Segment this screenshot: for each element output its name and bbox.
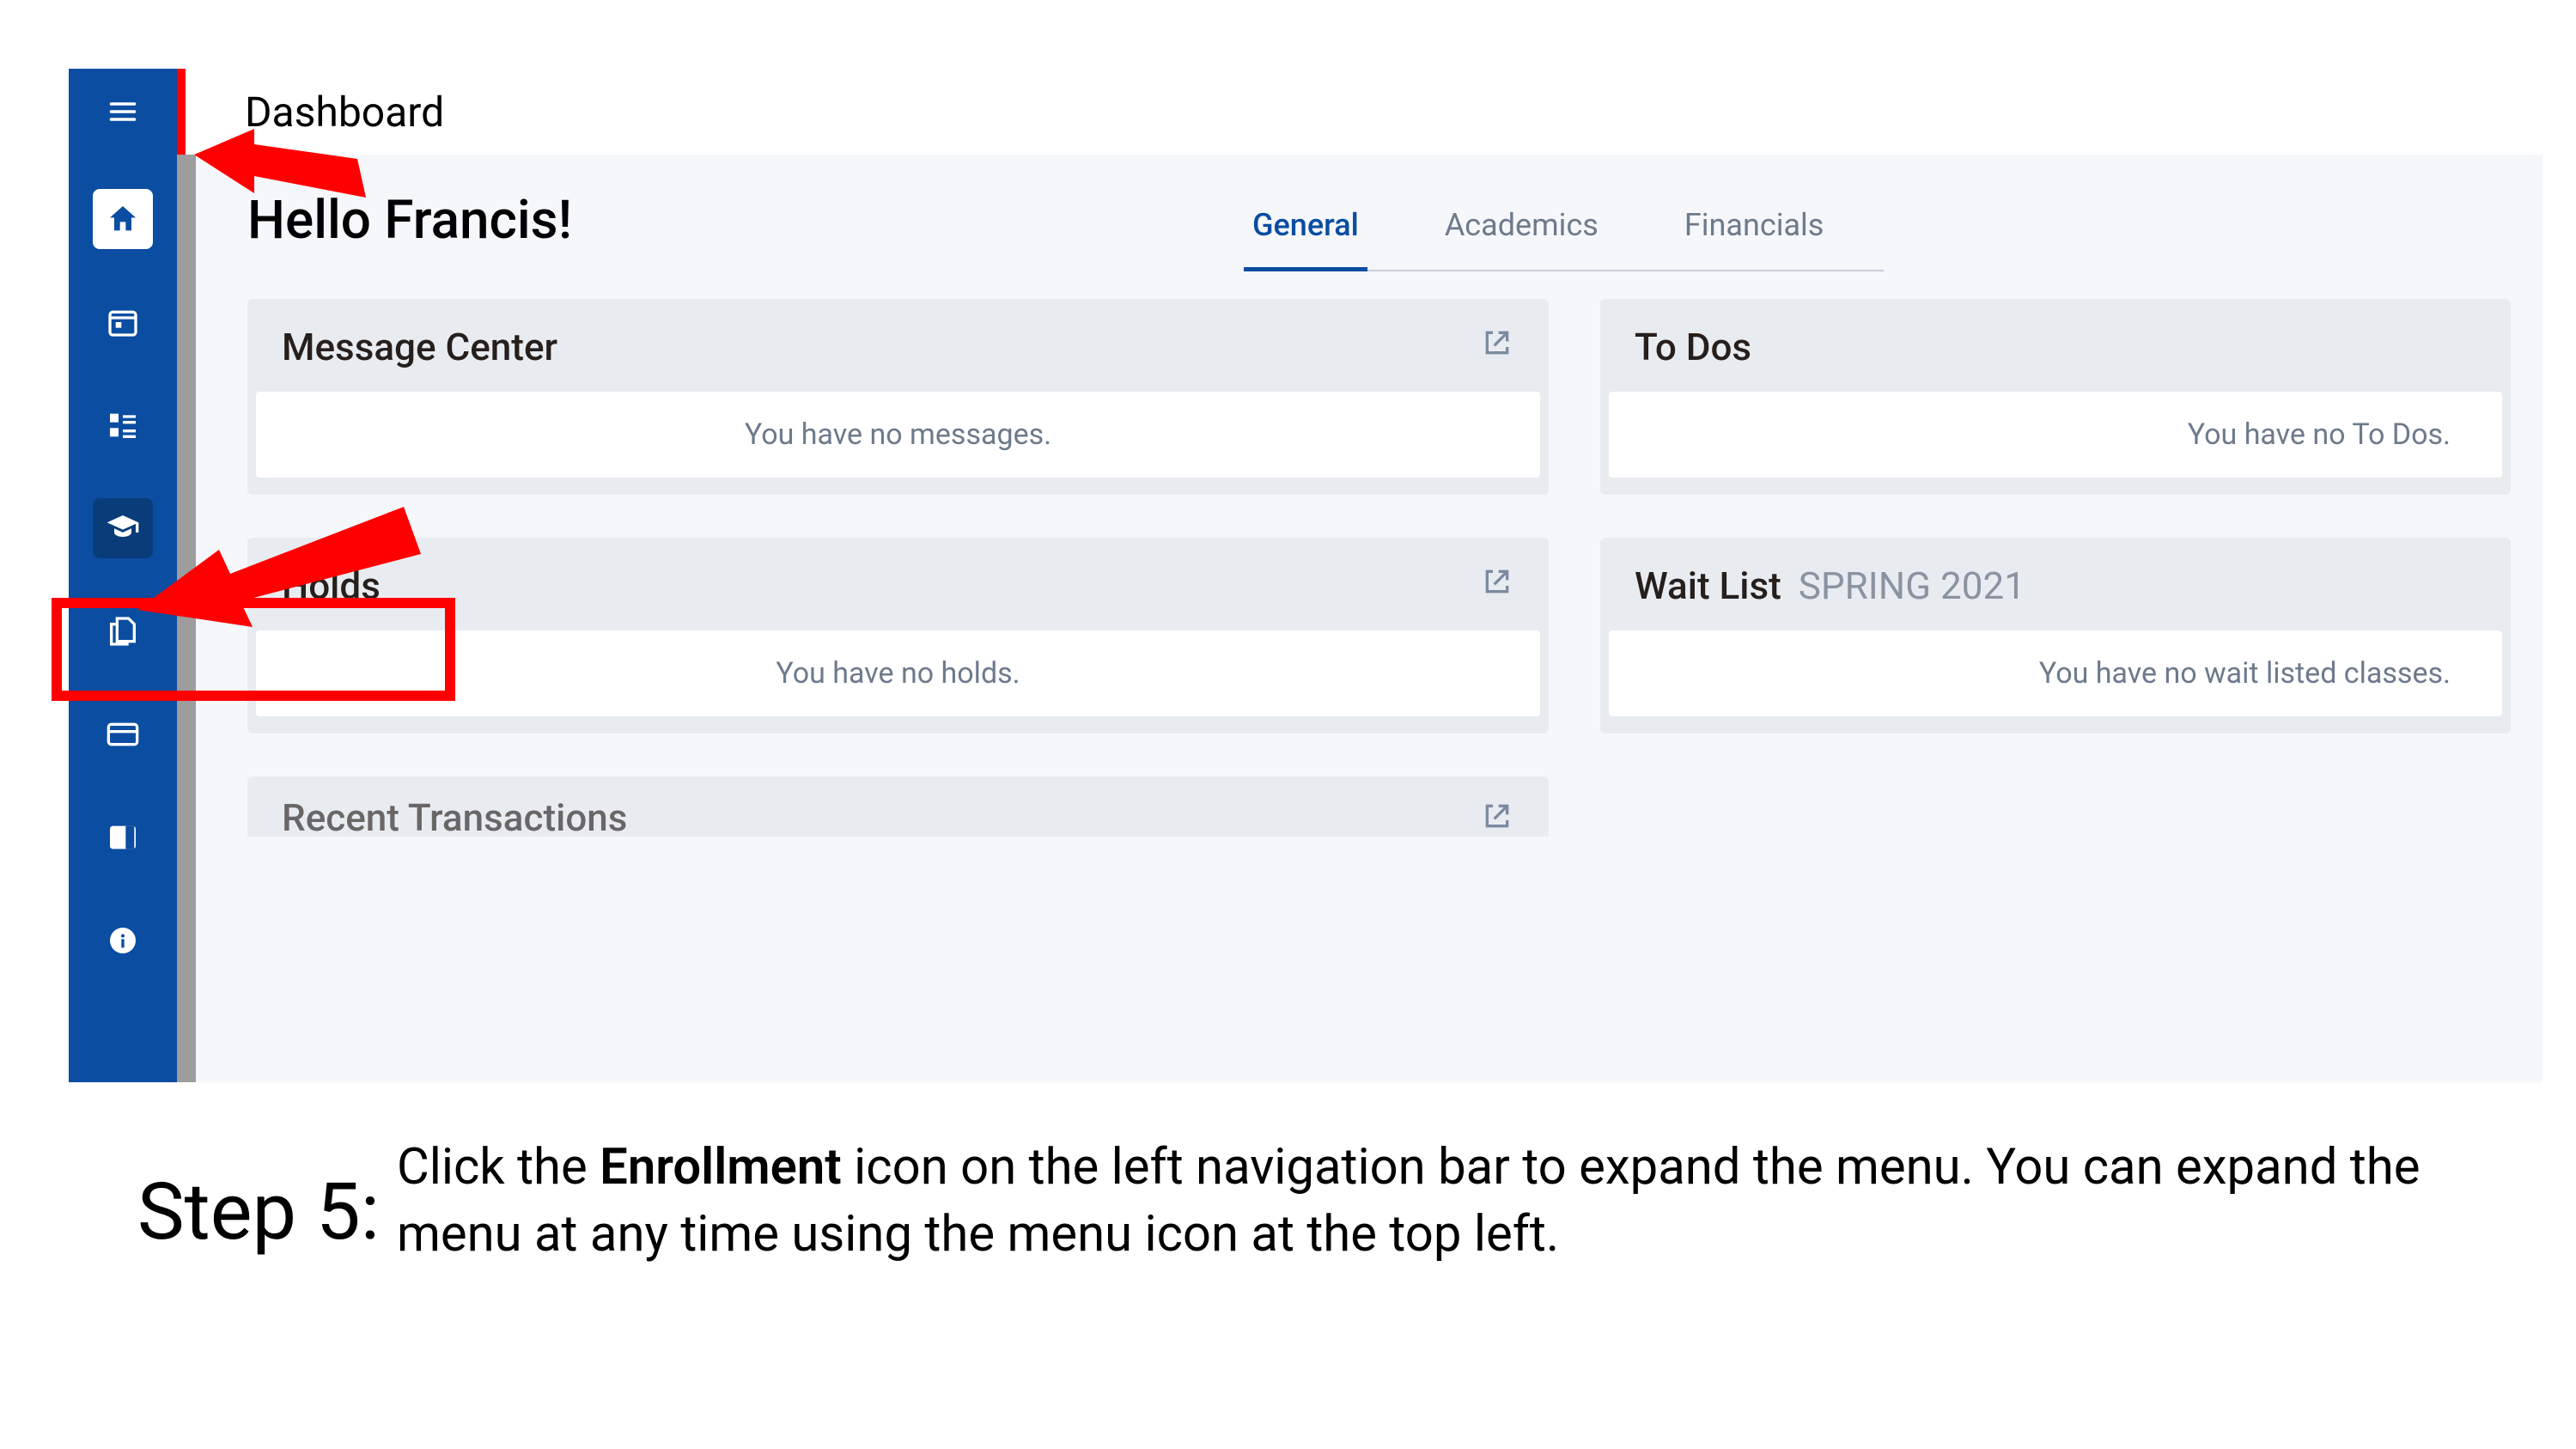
sidebar-item-calendar[interactable] [93, 292, 153, 352]
tab-general[interactable]: General [1244, 202, 1367, 271]
card-message-center: Message Center You have no messages. [247, 299, 1549, 495]
recent-transactions-title: Recent Transactions [282, 795, 627, 837]
message-center-expand[interactable] [1480, 326, 1514, 363]
open-in-new-icon [1480, 799, 1514, 833]
tab-academics[interactable]: Academics [1436, 202, 1607, 270]
step-body: Click the Enrollment icon on the left na… [397, 1134, 2439, 1269]
open-in-new-icon [1480, 564, 1514, 599]
menu-button[interactable] [69, 69, 177, 155]
tab-financials[interactable]: Financials [1676, 202, 1833, 270]
message-center-body: You have no messages. [256, 392, 1540, 478]
message-center-title: Message Center [282, 325, 557, 369]
sidebar-item-home[interactable] [93, 189, 153, 249]
credit-card-icon [106, 717, 140, 752]
book-icon [106, 820, 140, 855]
sidebar-item-documents[interactable] [93, 601, 153, 661]
documents-icon [106, 614, 140, 648]
top-bar: Dashboard [69, 69, 2543, 155]
tab-bar: General Academics Financials [1244, 202, 1884, 271]
left-sidebar: Enrollment [69, 155, 177, 1082]
waitlist-term: SPRING 2021 [1799, 563, 2025, 608]
main-content: Hello Francis! General Academics Financi… [196, 155, 2543, 1082]
graduation-cap-icon [106, 511, 140, 545]
step-pre: Click the [397, 1138, 600, 1196]
home-icon [106, 202, 140, 236]
sidebar-item-ledger[interactable] [93, 807, 153, 868]
holds-body: You have no holds. [256, 630, 1540, 716]
holds-title: Holds [282, 563, 381, 608]
app-screenshot: Dashboard Enrollment [69, 69, 2543, 1082]
sidebar-item-info[interactable] [93, 910, 153, 971]
sidebar-scrollbar[interactable] [177, 155, 196, 1082]
holds-expand[interactable] [1480, 564, 1514, 602]
card-holds: Holds You have no holds. [247, 538, 1549, 734]
todos-title: To Dos [1635, 325, 1751, 369]
sidebar-item-enrollment[interactable]: Enrollment [93, 498, 153, 558]
instruction-text: Step 5: Click the Enrollment icon on the… [137, 1134, 2439, 1269]
recent-transactions-expand[interactable] [1480, 799, 1514, 837]
card-todos: To Dos You have no To Dos. [1600, 299, 2511, 495]
hamburger-icon [105, 96, 141, 127]
step-label: Step 5: [137, 1166, 380, 1258]
calendar-icon [106, 305, 140, 339]
card-recent-transactions: Recent Transactions [247, 776, 1549, 837]
info-icon [106, 923, 140, 958]
sidebar-item-payments[interactable] [93, 704, 153, 764]
step-bold: Enrollment [600, 1138, 842, 1196]
sidebar-item-dashboard[interactable] [93, 395, 153, 455]
open-in-new-icon [1480, 326, 1514, 360]
waitlist-title: Wait List [1635, 563, 1781, 608]
page-title: Dashboard [245, 88, 444, 137]
waitlist-body: You have no wait listed classes. [1609, 630, 2502, 716]
card-waitlist: Wait List SPRING 2021 You have no wait l… [1600, 538, 2511, 734]
todos-body: You have no To Dos. [1609, 392, 2502, 478]
grid-list-icon [106, 408, 140, 442]
